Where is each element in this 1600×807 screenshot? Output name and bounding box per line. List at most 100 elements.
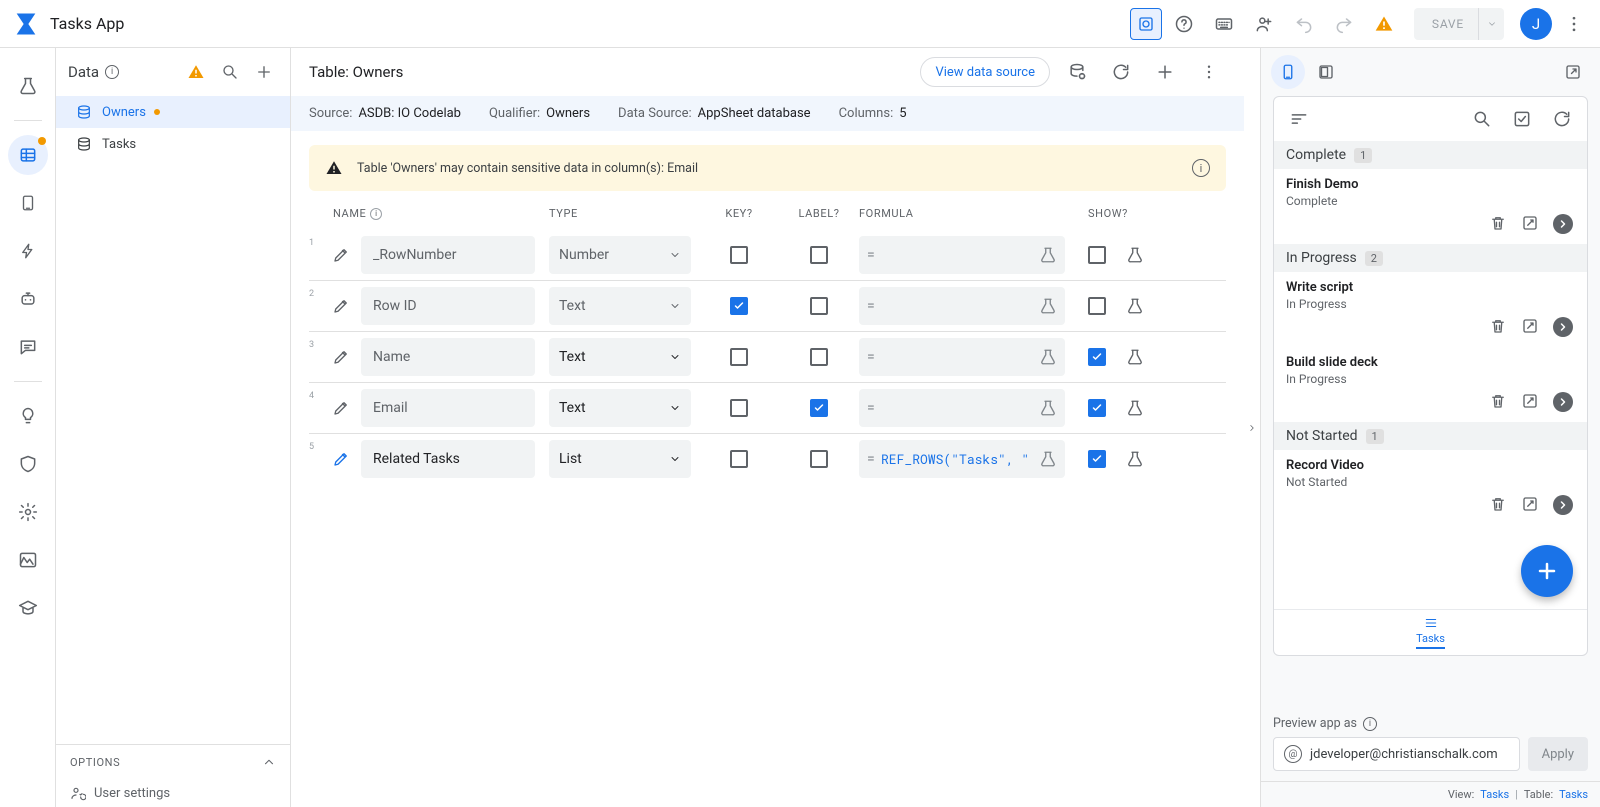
device-phone-icon[interactable] [1271,55,1305,89]
flask-icon[interactable] [1039,348,1057,366]
rail-security-icon[interactable] [8,444,48,484]
options-header[interactable]: OPTIONS [56,744,290,779]
formula-input[interactable]: = [859,389,1065,427]
flask-icon[interactable] [1117,450,1153,468]
user-avatar[interactable]: J [1520,8,1552,40]
checkbox[interactable] [730,450,748,468]
column-name-input[interactable]: Name [361,338,535,376]
flask-icon[interactable] [1117,246,1153,264]
column-type-select[interactable]: Number [549,236,691,274]
rail-settings-icon[interactable] [8,492,48,532]
refresh-icon[interactable] [1104,55,1138,89]
phone-refresh-icon[interactable] [1545,102,1579,136]
task-edit-icon[interactable] [1521,317,1539,337]
checkbox[interactable] [1088,399,1106,417]
select-icon[interactable] [1505,102,1539,136]
undo-icon[interactable] [1286,6,1322,42]
flask-icon[interactable] [1039,246,1057,264]
rail-automation-icon[interactable] [8,231,48,271]
edit-column-icon[interactable] [321,348,361,366]
banner-info-icon[interactable]: i [1192,159,1210,177]
apply-button[interactable]: Apply [1528,737,1588,771]
column-name-input[interactable]: Row ID [361,287,535,325]
view-data-source-button[interactable]: View data source [920,57,1050,87]
preview-as-input[interactable]: @ jdeveloper@christianschalk.com [1273,737,1520,771]
screen-mode-icon[interactable] [1130,8,1162,40]
formula-input[interactable]: = [859,287,1065,325]
column-name-input[interactable]: Email [361,389,535,427]
redo-icon[interactable] [1326,6,1362,42]
rail-science-icon[interactable] [8,66,48,106]
flask-icon[interactable] [1117,399,1153,417]
flask-icon[interactable] [1117,348,1153,366]
flask-icon[interactable] [1117,297,1153,315]
task-group-header[interactable]: Not Started1 [1274,422,1587,450]
task-open-icon[interactable] [1553,495,1573,515]
formula-input[interactable]: = [859,236,1065,274]
checkbox[interactable] [1088,297,1106,315]
phone-search-icon[interactable] [1465,102,1499,136]
column-name-input[interactable]: Related Tasks [361,440,535,478]
checkbox[interactable] [730,246,748,264]
formula-input[interactable]: =REF_ROWS("Tasks", " [859,440,1065,478]
panel-warning-icon[interactable] [182,58,210,86]
task-group-header[interactable]: In Progress2 [1274,244,1587,272]
task-delete-icon[interactable] [1489,214,1507,234]
regenerate-icon[interactable] [1060,55,1094,89]
overflow-menu-icon[interactable] [1556,6,1592,42]
task-delete-icon[interactable] [1489,317,1507,337]
rail-chat-icon[interactable] [8,327,48,367]
rail-data-icon[interactable] [8,135,48,175]
panel-search-icon[interactable] [216,58,244,86]
footer-table-link[interactable]: Tasks [1559,788,1588,801]
save-button[interactable]: SAVE [1414,8,1504,40]
checkbox[interactable] [810,450,828,468]
rail-suggestions-icon[interactable] [8,396,48,436]
table-item-tasks[interactable]: Tasks [56,128,290,160]
checkbox[interactable] [810,399,828,417]
rail-views-icon[interactable] [8,183,48,223]
task-edit-icon[interactable] [1521,495,1539,515]
edit-column-icon[interactable] [321,399,361,417]
checkbox[interactable] [730,399,748,417]
checkbox[interactable] [1088,450,1106,468]
table-overflow-icon[interactable] [1192,55,1226,89]
column-type-select[interactable]: Text [549,287,691,325]
checkbox[interactable] [810,297,828,315]
column-type-select[interactable]: Text [549,389,691,427]
checkbox[interactable] [730,297,748,315]
fab-add-button[interactable] [1521,545,1573,597]
rail-manage-icon[interactable] [8,540,48,580]
task-item[interactable]: Build slide deck In Progress [1274,347,1587,422]
flask-icon[interactable] [1039,450,1057,468]
warning-icon[interactable] [1366,6,1402,42]
info-icon[interactable]: i [105,65,119,79]
checkbox[interactable] [1088,348,1106,366]
open-preview-icon[interactable] [1556,55,1590,89]
share-icon[interactable] [1246,6,1282,42]
keyboard-icon[interactable] [1206,6,1242,42]
sort-icon[interactable] [1282,102,1316,136]
checkbox[interactable] [730,348,748,366]
edit-column-icon[interactable] [321,297,361,315]
task-delete-icon[interactable] [1489,495,1507,515]
device-tablet-icon[interactable] [1309,55,1343,89]
table-item-owners[interactable]: Owners [56,96,290,128]
bottom-tab-tasks[interactable]: Tasks [1416,616,1445,649]
formula-input[interactable]: = [859,338,1065,376]
column-name-input[interactable]: _RowNumber [361,236,535,274]
task-item[interactable]: Write script In Progress [1274,272,1587,347]
task-edit-icon[interactable] [1521,392,1539,412]
save-caret-icon[interactable] [1478,8,1504,40]
task-item[interactable]: Record Video Not Started [1274,450,1587,525]
edit-column-icon[interactable] [321,450,361,468]
rail-learn-icon[interactable] [8,588,48,628]
flask-icon[interactable] [1039,297,1057,315]
rail-bot-icon[interactable] [8,279,48,319]
user-settings-item[interactable]: User settings [56,779,290,807]
column-type-select[interactable]: List [549,440,691,478]
footer-view-link[interactable]: Tasks [1480,788,1509,801]
task-item[interactable]: Finish Demo Complete [1274,169,1587,244]
checkbox[interactable] [810,246,828,264]
checkbox[interactable] [1088,246,1106,264]
